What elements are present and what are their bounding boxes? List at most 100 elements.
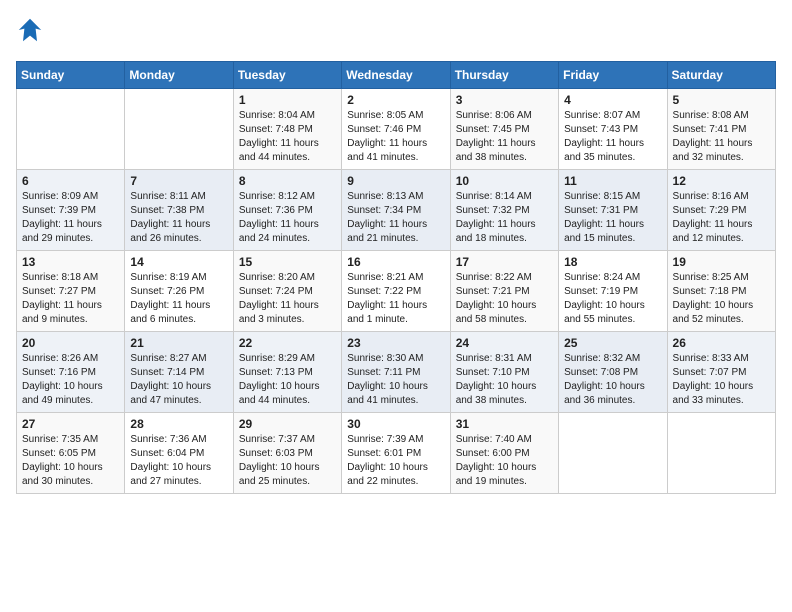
weekday-row: SundayMondayTuesdayWednesdayThursdayFrid… [17, 62, 776, 89]
day-info: Sunrise: 7:37 AMSunset: 6:03 PMDaylight:… [239, 433, 336, 489]
day-cell [667, 413, 775, 494]
day-number: 12 [673, 174, 770, 188]
day-number: 13 [22, 255, 119, 269]
day-cell: 9 Sunrise: 8:13 AMSunset: 7:34 PMDaylight… [342, 170, 450, 251]
day-info: Sunrise: 8:21 AMSunset: 7:22 PMDaylight:… [347, 271, 444, 327]
day-number: 2 [347, 93, 444, 107]
day-cell [125, 89, 233, 170]
day-info: Sunrise: 8:13 AMSunset: 7:34 PMDaylight:… [347, 190, 444, 246]
day-number: 3 [456, 93, 553, 107]
day-info: Sunrise: 8:22 AMSunset: 7:21 PMDaylight:… [456, 271, 553, 327]
day-cell: 24 Sunrise: 8:31 AMSunset: 7:10 PMDayligh… [450, 332, 558, 413]
day-cell: 27Sunrise: 7:35 AMSunset: 6:05 PMDayligh… [17, 413, 125, 494]
day-info: Sunrise: 7:35 AMSunset: 6:05 PMDaylight:… [22, 433, 119, 489]
week-row-2: 6 Sunrise: 8:09 AMSunset: 7:39 PMDaylight… [17, 170, 776, 251]
day-cell: 15 Sunrise: 8:20 AMSunset: 7:24 PMDayligh… [233, 251, 341, 332]
day-info: Sunrise: 8:14 AMSunset: 7:32 PMDaylight:… [456, 190, 553, 246]
day-cell: 8 Sunrise: 8:12 AMSunset: 7:36 PMDaylight… [233, 170, 341, 251]
day-cell: 26 Sunrise: 8:33 AMSunset: 7:07 PMDayligh… [667, 332, 775, 413]
day-number: 19 [673, 255, 770, 269]
day-number: 9 [347, 174, 444, 188]
weekday-header-sunday: Sunday [17, 62, 125, 89]
day-info: Sunrise: 8:11 AMSunset: 7:38 PMDaylight:… [130, 190, 227, 246]
page-header [16, 16, 776, 49]
day-info: Sunrise: 8:06 AMSunset: 7:45 PMDaylight:… [456, 109, 553, 165]
day-cell [559, 413, 667, 494]
day-cell: 7Sunrise: 8:11 AMSunset: 7:38 PMDaylight… [125, 170, 233, 251]
day-cell: 12 Sunrise: 8:16 AMSunset: 7:29 PMDayligh… [667, 170, 775, 251]
day-number: 23 [347, 336, 444, 350]
day-info: Sunrise: 8:32 AMSunset: 7:08 PMDaylight:… [564, 352, 661, 408]
day-info: Sunrise: 8:15 AMSunset: 7:31 PMDaylight:… [564, 190, 661, 246]
day-number: 25 [564, 336, 661, 350]
day-cell: 23 Sunrise: 8:30 AMSunset: 7:11 PMDayligh… [342, 332, 450, 413]
day-cell: 10 Sunrise: 8:14 AMSunset: 7:32 PMDayligh… [450, 170, 558, 251]
day-info: Sunrise: 8:16 AMSunset: 7:29 PMDaylight:… [673, 190, 770, 246]
day-info: Sunrise: 8:30 AMSunset: 7:11 PMDaylight:… [347, 352, 444, 408]
day-cell: 1 Sunrise: 8:04 AMSunset: 7:48 PMDaylight… [233, 89, 341, 170]
day-cell: 16 Sunrise: 8:21 AMSunset: 7:22 PMDayligh… [342, 251, 450, 332]
day-number: 4 [564, 93, 661, 107]
day-number: 10 [456, 174, 553, 188]
day-cell: 3 Sunrise: 8:06 AMSunset: 7:45 PMDaylight… [450, 89, 558, 170]
day-info: Sunrise: 8:20 AMSunset: 7:24 PMDaylight:… [239, 271, 336, 327]
day-number: 15 [239, 255, 336, 269]
day-info: Sunrise: 8:12 AMSunset: 7:36 PMDaylight:… [239, 190, 336, 246]
day-cell: 31 Sunrise: 7:40 AMSunset: 6:00 PMDayligh… [450, 413, 558, 494]
day-cell: 19 Sunrise: 8:25 AMSunset: 7:18 PMDayligh… [667, 251, 775, 332]
day-number: 31 [456, 417, 553, 431]
day-number: 5 [673, 93, 770, 107]
logo [16, 16, 48, 49]
day-number: 17 [456, 255, 553, 269]
weekday-header-monday: Monday [125, 62, 233, 89]
day-info: Sunrise: 7:40 AMSunset: 6:00 PMDaylight:… [456, 433, 553, 489]
day-info: Sunrise: 7:39 AMSunset: 6:01 PMDaylight:… [347, 433, 444, 489]
calendar-table: SundayMondayTuesdayWednesdayThursdayFrid… [16, 61, 776, 494]
day-cell: 2 Sunrise: 8:05 AMSunset: 7:46 PMDaylight… [342, 89, 450, 170]
day-number: 1 [239, 93, 336, 107]
day-cell: 17 Sunrise: 8:22 AMSunset: 7:21 PMDayligh… [450, 251, 558, 332]
day-info: Sunrise: 8:27 AMSunset: 7:14 PMDaylight:… [130, 352, 227, 408]
day-number: 18 [564, 255, 661, 269]
day-cell: 18 Sunrise: 8:24 AMSunset: 7:19 PMDayligh… [559, 251, 667, 332]
weekday-header-saturday: Saturday [667, 62, 775, 89]
day-cell [17, 89, 125, 170]
day-cell: 4Sunrise: 8:07 AMSunset: 7:43 PMDaylight… [559, 89, 667, 170]
day-number: 16 [347, 255, 444, 269]
day-number: 30 [347, 417, 444, 431]
day-info: Sunrise: 8:25 AMSunset: 7:18 PMDaylight:… [673, 271, 770, 327]
day-cell: 11Sunrise: 8:15 AMSunset: 7:31 PMDayligh… [559, 170, 667, 251]
week-row-3: 13 Sunrise: 8:18 AMSunset: 7:27 PMDayligh… [17, 251, 776, 332]
weekday-header-tuesday: Tuesday [233, 62, 341, 89]
day-cell: 21 Sunrise: 8:27 AMSunset: 7:14 PMDayligh… [125, 332, 233, 413]
day-info: Sunrise: 7:36 AMSunset: 6:04 PMDaylight:… [130, 433, 227, 489]
day-info: Sunrise: 8:24 AMSunset: 7:19 PMDaylight:… [564, 271, 661, 327]
day-info: Sunrise: 8:04 AMSunset: 7:48 PMDaylight:… [239, 109, 336, 165]
calendar-header: SundayMondayTuesdayWednesdayThursdayFrid… [17, 62, 776, 89]
day-cell: 22 Sunrise: 8:29 AMSunset: 7:13 PMDayligh… [233, 332, 341, 413]
day-number: 21 [130, 336, 227, 350]
day-number: 6 [22, 174, 119, 188]
day-info: Sunrise: 8:18 AMSunset: 7:27 PMDaylight:… [22, 271, 119, 327]
day-info: Sunrise: 8:05 AMSunset: 7:46 PMDaylight:… [347, 109, 444, 165]
day-number: 26 [673, 336, 770, 350]
day-number: 20 [22, 336, 119, 350]
day-number: 22 [239, 336, 336, 350]
day-info: Sunrise: 8:33 AMSunset: 7:07 PMDaylight:… [673, 352, 770, 408]
day-info: Sunrise: 8:08 AMSunset: 7:41 PMDaylight:… [673, 109, 770, 165]
weekday-header-friday: Friday [559, 62, 667, 89]
day-number: 14 [130, 255, 227, 269]
day-number: 24 [456, 336, 553, 350]
day-info: Sunrise: 8:19 AMSunset: 7:26 PMDaylight:… [130, 271, 227, 327]
weekday-header-wednesday: Wednesday [342, 62, 450, 89]
day-cell: 6 Sunrise: 8:09 AMSunset: 7:39 PMDaylight… [17, 170, 125, 251]
day-number: 8 [239, 174, 336, 188]
calendar-body: 1 Sunrise: 8:04 AMSunset: 7:48 PMDaylight… [17, 89, 776, 494]
day-info: Sunrise: 8:29 AMSunset: 7:13 PMDaylight:… [239, 352, 336, 408]
day-cell: 13 Sunrise: 8:18 AMSunset: 7:27 PMDayligh… [17, 251, 125, 332]
weekday-header-thursday: Thursday [450, 62, 558, 89]
day-number: 28 [130, 417, 227, 431]
day-info: Sunrise: 8:09 AMSunset: 7:39 PMDaylight:… [22, 190, 119, 246]
week-row-5: 27Sunrise: 7:35 AMSunset: 6:05 PMDayligh… [17, 413, 776, 494]
day-info: Sunrise: 8:31 AMSunset: 7:10 PMDaylight:… [456, 352, 553, 408]
